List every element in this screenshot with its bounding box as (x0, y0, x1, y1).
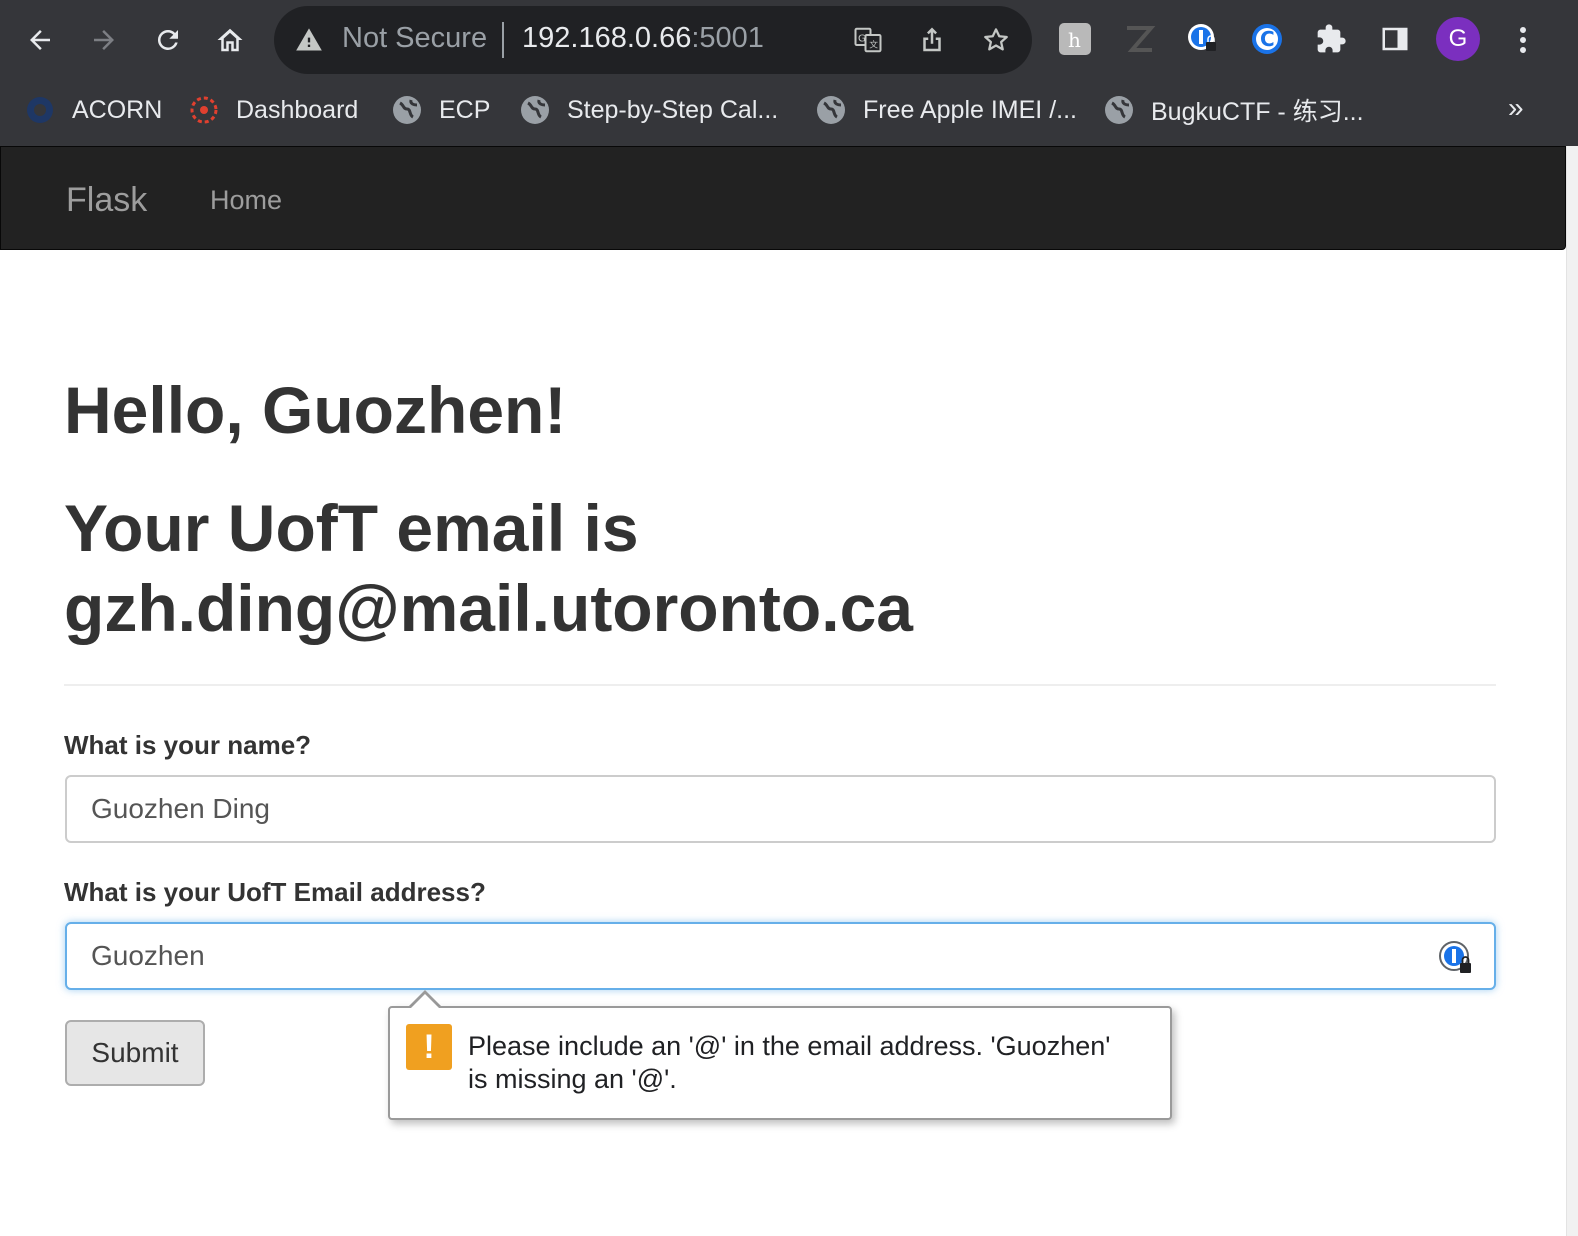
share-icon[interactable] (916, 24, 948, 56)
scrollbar[interactable] (1566, 146, 1578, 1236)
bookmark-acorn[interactable]: ACORN (24, 92, 162, 128)
bookmark-apple-imei[interactable]: Free Apple IMEI /... (815, 92, 1077, 128)
puzzle-icon[interactable] (1314, 22, 1348, 56)
url-text[interactable]: 192.168.0.66:5001 (522, 22, 764, 55)
address-bar[interactable]: Not Secure 192.168.0.66:5001 G文 (274, 6, 1032, 74)
svg-text:h: h (1068, 28, 1081, 52)
url-port: :5001 (691, 22, 764, 54)
email-heading-line1: Your UofT email is (64, 491, 639, 565)
bookmark-label: Dashboard (236, 95, 359, 124)
email-heading: Your UofT email is gzh.ding@mail.utoronto… (64, 488, 1496, 648)
acorn-icon (24, 94, 56, 126)
bookmark-label: ECP (439, 95, 491, 124)
validation-message-line2: is missing an '@'. (468, 1064, 677, 1094)
bookmarks-overflow-button[interactable]: » (1508, 92, 1524, 124)
validation-message-line1: Please include an '@' in the email addre… (468, 1031, 1111, 1061)
validation-tooltip: ! Please include an '@' in the email add… (388, 1006, 1172, 1120)
url-host: 192.168.0.66 (522, 22, 692, 54)
email-heading-line2: gzh.ding@mail.utoronto.ca (64, 571, 913, 645)
zotero-extension-icon[interactable] (1122, 22, 1156, 56)
bookmarks-bar: ACORN Dashboard ECP Step-by-Step Cal... … (0, 80, 1578, 140)
bookmark-bugkuctf[interactable]: BugkuCTF - 练习... (1103, 92, 1364, 128)
svg-text:C: C (1260, 27, 1275, 51)
bookmark-dashboard[interactable]: Dashboard (188, 92, 358, 128)
name-input[interactable] (65, 775, 1496, 843)
hypothesis-extension-icon[interactable]: h (1058, 22, 1092, 56)
navbar-brand[interactable]: Flask (66, 181, 147, 220)
page-header: Hello, Guozhen! Your UofT email is gzh.di… (64, 360, 1496, 648)
bookmark-label: Free Apple IMEI /... (863, 95, 1077, 124)
globe-icon (519, 94, 551, 126)
reload-icon (157, 29, 178, 50)
star-icon[interactable] (980, 24, 1012, 56)
globe-icon (1103, 94, 1135, 126)
browser-menu-icon[interactable] (1508, 20, 1538, 60)
bookmark-ecp[interactable]: ECP (391, 92, 490, 128)
nav-link-home[interactable]: Home (210, 185, 282, 216)
side-panel-icon[interactable] (1378, 22, 1412, 56)
email-input[interactable] (65, 922, 1496, 990)
email-label: What is your UofT Email address? (64, 877, 486, 907)
site-navbar: Flask Home (0, 146, 1566, 250)
c-extension-icon[interactable]: C (1250, 22, 1284, 56)
bookmark-label: BugkuCTF - 练习... (1151, 98, 1364, 126)
home-button[interactable] (210, 20, 250, 60)
submit-button[interactable]: Submit (65, 1020, 205, 1086)
home-icon (217, 28, 243, 52)
password-manager-icon[interactable] (1186, 22, 1220, 56)
reload-button[interactable] (148, 20, 188, 60)
validation-bubble-arrow-inner (411, 994, 439, 1008)
omnibox-separator (502, 22, 504, 58)
divider (64, 684, 1496, 686)
bookmark-step-by-step[interactable]: Step-by-Step Cal... (519, 92, 778, 128)
bookmark-label: ACORN (72, 95, 163, 124)
warning-icon[interactable] (294, 26, 324, 54)
translate-icon[interactable]: G文 (852, 24, 884, 56)
arrow-left-icon (30, 30, 50, 50)
name-label: What is your name? (64, 730, 312, 760)
globe-icon (391, 94, 423, 126)
svg-text:文: 文 (869, 39, 878, 51)
bookmark-label: Step-by-Step Cal... (567, 95, 779, 124)
browser-toolbar: Not Secure 192.168.0.66:5001 G文 h C G (0, 0, 1578, 80)
validation-message: Please include an '@' in the email addre… (468, 1030, 1168, 1096)
exclamation-icon: ! (406, 1024, 452, 1070)
back-button[interactable] (20, 20, 60, 60)
arrow-right-icon (94, 30, 114, 50)
globe-icon (815, 94, 847, 126)
svg-text:G: G (858, 33, 866, 44)
security-status[interactable]: Not Secure (342, 22, 487, 55)
forward-button[interactable] (84, 20, 124, 60)
password-manager-field-icon[interactable] (1438, 940, 1474, 976)
greeting-heading: Hello, Guozhen! (64, 373, 567, 447)
profile-avatar[interactable]: G (1436, 17, 1480, 61)
dashboard-icon (188, 94, 220, 126)
browser-chrome: Not Secure 192.168.0.66:5001 G文 h C G AC… (0, 0, 1578, 146)
